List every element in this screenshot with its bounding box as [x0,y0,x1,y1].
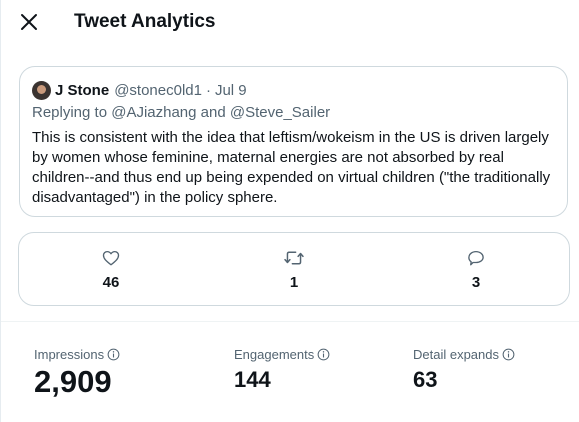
modal-header: Tweet Analytics [1,0,579,44]
impressions-stat: Impressions 2,909 [34,347,120,400]
impressions-value: 2,909 [34,364,112,399]
page-title: Tweet Analytics [74,11,216,32]
tweet-text: This is consistent with the idea that le… [32,129,551,206]
separator-dot: · [205,81,211,99]
replying-prefix: Replying to [32,104,108,121]
detail-expands-stat: Detail expands 63 [413,347,515,393]
avatar[interactable] [32,80,51,100]
replying-and: and [200,104,226,121]
engagements-value: 144 [234,367,271,392]
retweet-count: 1 [289,274,299,291]
reply-count: 3 [471,274,481,291]
retweet-icon [284,251,304,265]
reply-mention-2[interactable]: @Steve_Sailer [230,104,330,121]
tweet-actions-card: 46 1 3 [18,232,570,306]
reply-mention-1[interactable]: @AJiazhang [111,104,196,121]
detail-expands-label-row: Detail expands [413,347,515,362]
heart-icon [102,250,120,266]
tweet-date[interactable]: Jul 9 [215,82,247,99]
info-icon[interactable] [317,348,330,361]
engagements-stat: Engagements 144 [234,347,330,393]
author-handle[interactable]: @stonec0ld1 [114,82,202,99]
author-name[interactable]: J Stone [55,82,109,99]
engagements-label: Engagements [234,347,315,362]
detail-expands-value: 63 [413,367,438,392]
info-icon[interactable] [502,348,515,361]
tweet-card[interactable]: J Stone @stonec0ld1 · Jul 9 Replying to … [19,66,568,217]
reply-action[interactable]: 3 [446,247,506,291]
tweet-analytics-modal: Tweet Analytics J Stone @stonec0ld1 · Ju… [0,0,579,422]
like-action[interactable]: 46 [81,247,141,291]
reply-icon [468,250,484,266]
tweet-author-row: J Stone @stonec0ld1 · Jul 9 [32,80,247,100]
detail-expands-label: Detail expands [413,347,499,362]
impressions-label-row: Impressions [34,347,120,362]
like-count: 46 [102,274,120,291]
close-button[interactable] [13,6,45,38]
impressions-label: Impressions [34,347,105,362]
replying-to-line: Replying to @AJiazhang and @Steve_Sailer [32,104,330,121]
engagements-label-row: Engagements [234,347,330,362]
info-icon[interactable] [107,348,120,361]
retweet-action[interactable]: 1 [264,247,324,291]
section-divider [1,321,579,322]
close-icon [21,14,37,30]
